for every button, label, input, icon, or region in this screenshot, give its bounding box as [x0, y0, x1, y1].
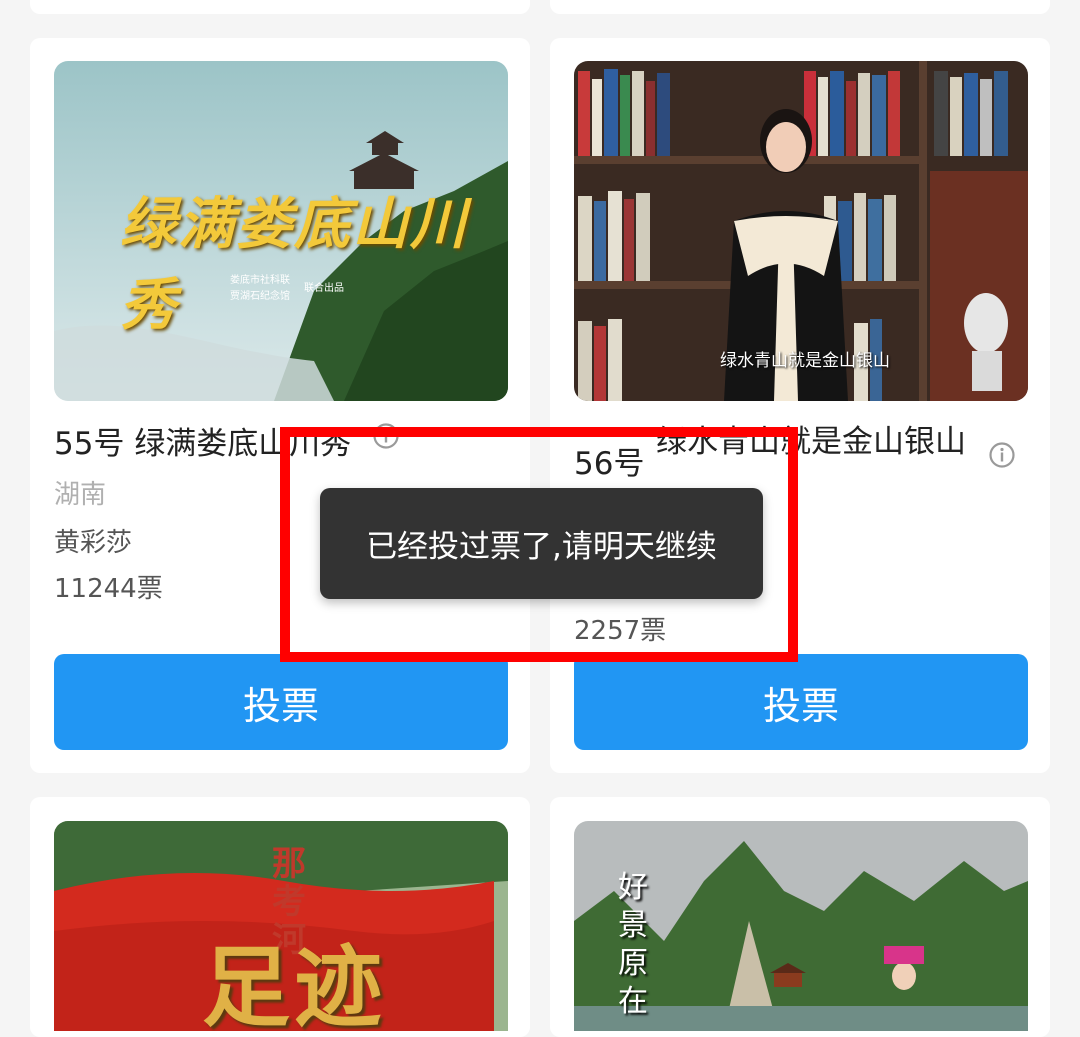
- toast-message: 已经投过票了,请明天继续: [320, 488, 763, 599]
- vote-button[interactable]: 投票: [574, 654, 1028, 750]
- video-card-56[interactable]: 绿水青山就是金山银山 56号 绿水青山就是金山银山 2257票 投票: [550, 38, 1050, 773]
- video-subtitle-caption: 绿水青山就是金山银山: [720, 351, 890, 371]
- card-partial-top-right: [550, 0, 1050, 14]
- entry-region: 湖南: [54, 480, 107, 510]
- info-icon[interactable]: [988, 441, 1016, 469]
- thumbnail-title-text: 足迹: [202, 936, 387, 1031]
- video-thumbnail[interactable]: 绿满娄底山川秀 娄底市社科联 贾湖石纪念馆 联合出品: [54, 61, 508, 401]
- thumbnail-credit-3: 联合出品: [304, 283, 344, 294]
- card-partial-top-left: [30, 0, 530, 14]
- video-thumbnail[interactable]: 好景原在: [574, 821, 1028, 1031]
- video-card-bottom-right[interactable]: 好景原在: [550, 797, 1050, 1037]
- entry-author: 黄彩莎: [54, 528, 133, 558]
- entry-number: 55号: [54, 426, 125, 462]
- video-thumbnail[interactable]: 绿水青山就是金山银山: [574, 61, 1028, 401]
- thumbnail-title-text: 绿满娄底山川秀: [120, 191, 468, 338]
- vote-count: 11244票: [54, 574, 163, 604]
- video-thumbnail[interactable]: 那考河 足迹: [54, 821, 508, 1031]
- thumbnail-credit-2: 贾湖石纪念馆: [230, 291, 290, 302]
- video-card-bottom-left[interactable]: 那考河 足迹: [30, 797, 530, 1037]
- thumbnail-credit-1: 娄底市社科联: [230, 275, 290, 286]
- vote-button[interactable]: 投票: [54, 654, 508, 750]
- thumbnail-title-text: 好景原在: [618, 870, 648, 1019]
- video-card-55[interactable]: 绿满娄底山川秀 娄底市社科联 贾湖石纪念馆 联合出品 55号 绿满娄底山川秀 湖…: [30, 38, 530, 773]
